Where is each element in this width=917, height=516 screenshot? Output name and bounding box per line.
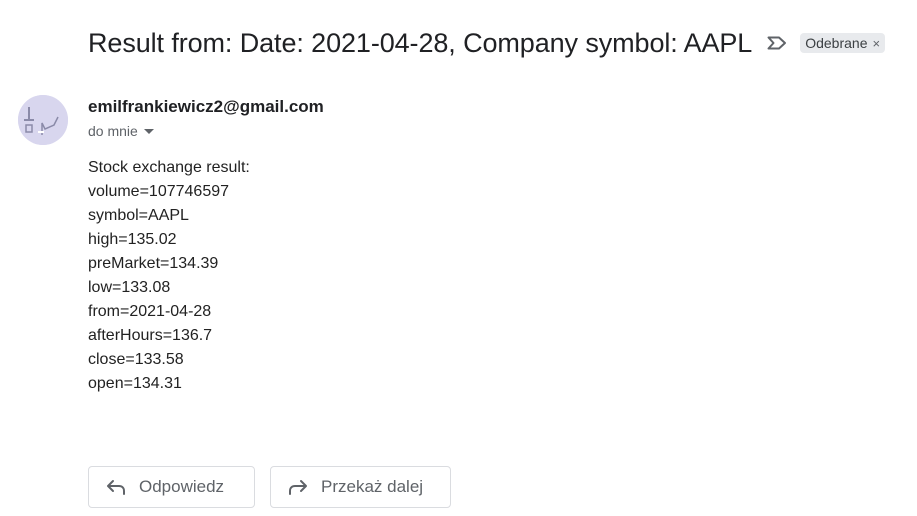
recipient-label: do mnie [88,123,138,139]
email-body: Stock exchange result: volume=107746597 … [88,156,250,396]
body-line: Stock exchange result: [88,159,250,176]
body-line: afterHours=136.7 [88,327,213,344]
remove-label-icon[interactable]: × [873,36,881,51]
body-line: high=135.02 [88,231,177,248]
recipient-details-toggle[interactable]: do mnie [88,123,154,139]
body-line: open=134.31 [88,375,182,392]
body-line: from=2021-04-28 [88,303,212,320]
reply-button-label: Odpowiedz [139,477,225,496]
reply-icon [105,476,127,498]
reply-button[interactable]: Odpowiedz [88,466,255,508]
email-view: Result from: Date: 2021-04-28, Company s… [0,0,917,516]
subject-row: Result from: Date: 2021-04-28, Company s… [88,24,886,62]
body-line: close=133.58 [88,351,184,368]
sender-email[interactable]: emilfrankiewicz2@gmail.com [88,97,324,117]
sender-avatar[interactable] [18,95,68,145]
body-line: preMarket=134.39 [88,255,219,272]
importance-marker-icon[interactable] [766,35,788,51]
forward-button-label: Przekaż dalej [321,477,424,496]
chevron-down-icon [143,128,154,134]
body-line: symbol=AAPL [88,207,189,224]
body-line: volume=107746597 [88,183,230,200]
forward-button[interactable]: Przekaż dalej [270,466,451,508]
label-chip-text: Odebrane [805,35,868,51]
label-chip[interactable]: Odebrane × [800,33,886,53]
body-line: low=133.08 [88,279,171,296]
forward-icon [287,476,309,498]
email-subject: Result from: Date: 2021-04-28, Company s… [88,27,753,58]
